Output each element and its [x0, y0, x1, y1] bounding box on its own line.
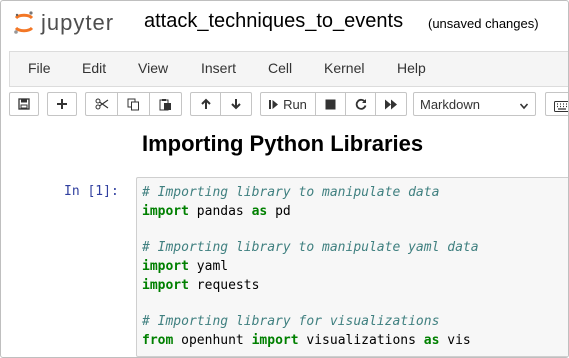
- menu-kernel[interactable]: Kernel: [324, 60, 364, 76]
- cut-icon: [95, 98, 109, 110]
- restart-button[interactable]: [346, 92, 376, 116]
- code-keyword: import: [142, 259, 189, 274]
- run-label: Run: [283, 96, 307, 112]
- menu-file[interactable]: File: [28, 60, 51, 76]
- code-comment: # Importing library for visualizations: [142, 314, 440, 329]
- code-line: import requests: [142, 278, 259, 293]
- copy-icon: [127, 98, 140, 111]
- code-comment: # Importing library to manipulate yaml d…: [142, 240, 479, 255]
- save-status: (unsaved changes): [428, 16, 539, 31]
- move-up-button[interactable]: [190, 92, 221, 116]
- code-keyword: import: [142, 278, 189, 293]
- logo-text: jupyter: [41, 10, 115, 35]
- header: jupyter attack_techniques_to_events (uns…: [1, 1, 568, 45]
- code-text: visualizations: [298, 333, 424, 348]
- code-text: pandas: [188, 204, 252, 219]
- code-text: yaml: [188, 259, 229, 274]
- code-line: # Importing library to manipulate data: [142, 185, 439, 200]
- code-cell-editor[interactable]: # Importing library to manipulate data i…: [136, 177, 568, 357]
- save-button[interactable]: [9, 92, 39, 116]
- jupyter-logo-icon: [13, 10, 35, 36]
- code-keyword: import: [142, 204, 189, 219]
- code-text: openhunt: [173, 333, 252, 348]
- keyboard-icon: [554, 99, 568, 117]
- code-keyword: import: [251, 333, 299, 348]
- code-line: # Importing library for visualizations: [142, 314, 439, 329]
- cell-type-value: Markdown: [420, 97, 480, 112]
- cell-type-select[interactable]: Markdown: [413, 92, 536, 116]
- arrow-down-icon: [230, 98, 242, 110]
- jupyter-logo[interactable]: jupyter: [13, 7, 114, 39]
- code-text: requests: [188, 278, 260, 293]
- notebook-title[interactable]: attack_techniques_to_events: [144, 10, 403, 33]
- command-palette-button[interactable]: [545, 92, 568, 117]
- paste-icon: [159, 98, 172, 111]
- code-keyword: as: [423, 333, 440, 348]
- code-line: import yaml: [142, 259, 228, 274]
- paste-button[interactable]: [150, 92, 182, 116]
- chevron-down-icon: [519, 99, 529, 114]
- run-icon: [269, 99, 279, 110]
- interrupt-button[interactable]: [316, 92, 346, 116]
- markdown-heading: Importing Python Libraries: [142, 131, 424, 156]
- code-line: # Importing library to manipulate yaml d…: [142, 240, 479, 255]
- menubar: File Edit View Insert Cell Kernel Help: [9, 51, 568, 87]
- menu-cell[interactable]: Cell: [268, 60, 292, 76]
- fast-forward-icon: [384, 99, 398, 110]
- arrow-up-icon: [200, 98, 212, 110]
- input-prompt: In [1]:: [64, 184, 119, 199]
- code-line: from openhunt import visualizations as v…: [142, 333, 471, 348]
- menu-view[interactable]: View: [138, 60, 168, 76]
- code-keyword: as: [251, 204, 268, 219]
- move-down-button[interactable]: [221, 92, 252, 116]
- stop-icon: [325, 99, 336, 110]
- code-text: vis: [439, 333, 471, 348]
- restart-icon: [355, 98, 367, 110]
- restart-run-all-button[interactable]: [376, 92, 407, 116]
- code-line: import pandas as pd: [142, 204, 291, 219]
- code-comment: # Importing library to manipulate data: [142, 185, 440, 200]
- code-text: pd: [267, 204, 291, 219]
- menu-edit[interactable]: Edit: [82, 60, 106, 76]
- save-icon: [18, 98, 30, 110]
- menu-insert[interactable]: Insert: [201, 60, 236, 76]
- copy-button[interactable]: [118, 92, 150, 116]
- cut-button[interactable]: [85, 92, 118, 116]
- run-button[interactable]: Run: [260, 92, 316, 116]
- plus-icon: [56, 98, 68, 110]
- insert-cell-button[interactable]: [47, 92, 77, 116]
- notebook-window: jupyter attack_techniques_to_events (uns…: [0, 0, 569, 358]
- code-keyword: from: [142, 333, 174, 348]
- menu-help[interactable]: Help: [397, 60, 426, 76]
